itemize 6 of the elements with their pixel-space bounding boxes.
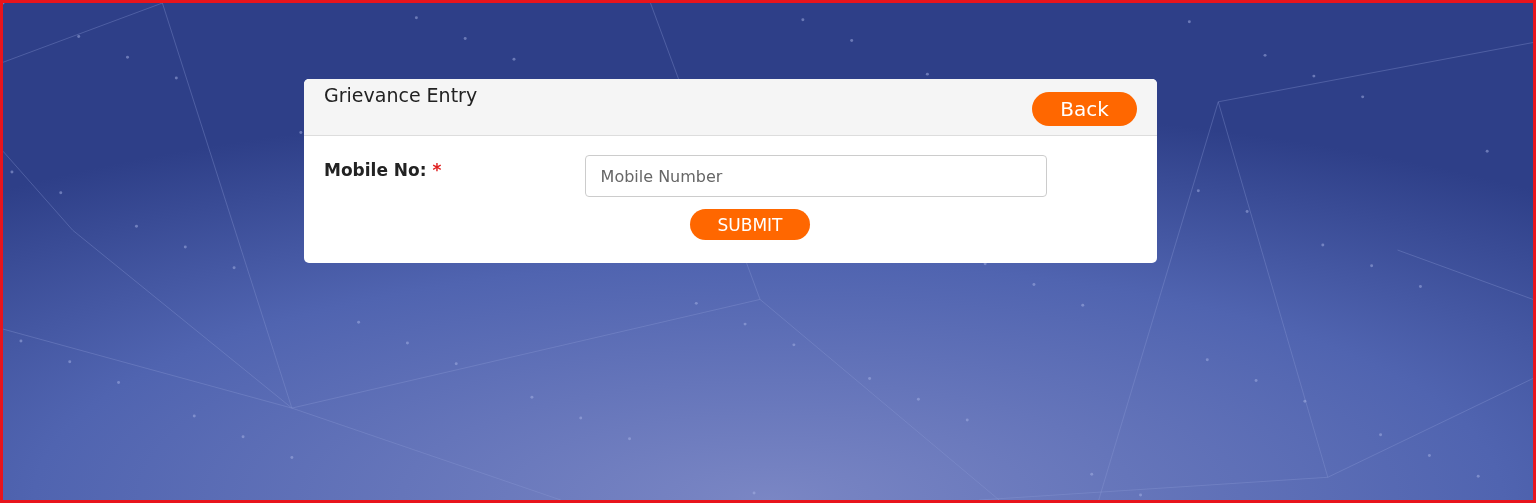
back-button[interactable]: Back xyxy=(1032,92,1137,126)
card-title: Grievance Entry xyxy=(324,84,478,108)
submit-button[interactable]: SUBMIT xyxy=(690,209,810,240)
required-mark: * xyxy=(432,160,443,180)
field-label: Mobile No: xyxy=(324,160,427,180)
input-field[interactable]: Mobile Number xyxy=(584,155,1047,197)
